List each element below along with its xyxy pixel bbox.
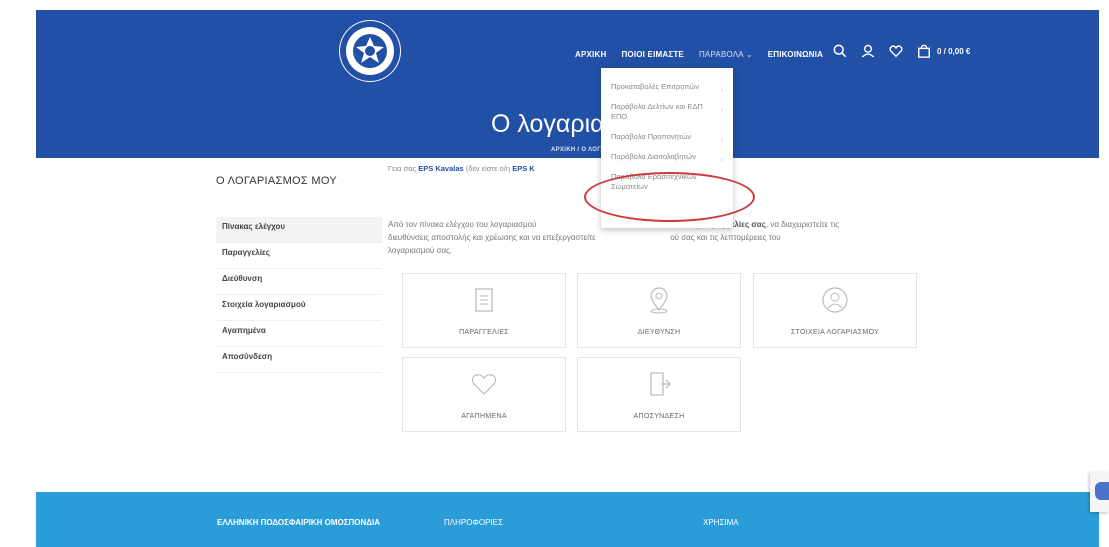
desc-line2b: ού σας και τις λεπτομέρειες του — [670, 233, 781, 242]
sidebar-item-orders[interactable]: Παραγγελίες — [216, 243, 382, 269]
tile-address-label: ΔΙΕΥΘΥΝΣΗ — [637, 329, 681, 336]
chevron-right-icon: › — [720, 137, 723, 144]
dropdown-item-referee-fees[interactable]: Παράβολα Διαιτολαβητών › — [611, 148, 723, 168]
nav-fees-label: ΠΑΡΑΒΟΛΑ — [698, 50, 744, 59]
footer-col-federation: ΕΛΛΗΝΙΚΗ ΠΟΔΟΣΦΑΙΡΙΚΗ ΟΜΟΣΠΟΝΔΙΑ — [217, 518, 381, 527]
nav-contact[interactable]: ΕΠΙΚΟΙΝΩΝΙΑ — [768, 50, 823, 59]
site-footer: ΕΛΛΗΝΙΚΗ ΠΟΔΟΣΦΑΙΡΙΚΗ ΟΜΟΣΠΟΝΔΙΑ ΠΛΗΡΟΦΟ… — [36, 492, 1099, 547]
footer-col-useful: ΧΡΗΣΙΜΑ — [703, 518, 739, 527]
dropdown-item-label: Παράβολα Διαιτολαβητών — [611, 152, 696, 161]
tile-wishlist[interactable]: ΑΓΑΠΗΜΕΝΑ — [402, 357, 566, 432]
footer-col-info: ΠΛΗΡΟΦΟΡΙΕΣ — [444, 518, 503, 527]
tile-account-details-label: ΣΤΟΙΧΕΙΑ ΛΟΓΑΡΙΑΣΜΟΥ — [790, 329, 880, 336]
sidebar-item-logout[interactable]: Αποσύνδεση — [216, 347, 382, 373]
location-pin-icon — [650, 287, 668, 314]
dropdown-item-label: Παράβολα Δελτίων και ΕΔΠ ΕΠΟ — [611, 102, 703, 121]
chevron-right-icon: › — [720, 107, 723, 114]
dropdown-item-coach-fees[interactable]: Παράβολα Προπονητών › — [611, 128, 723, 148]
red-highlight-annotation — [584, 172, 755, 222]
desc-line3: λογαριασμού σας. — [388, 246, 453, 255]
tile-orders[interactable]: ΠΑΡΑΓΓΕΛΙΕΣ — [402, 273, 566, 348]
chevron-right-icon: › — [720, 87, 723, 94]
tile-logout-label: ΑΠΟΣΥΝΔΕΣΗ — [633, 413, 685, 420]
desc-mid: , να διαχειριστείτε τις — [765, 220, 840, 229]
search-icon[interactable] — [833, 44, 847, 58]
header-actions: 0 / 0,00 € — [833, 44, 970, 58]
main-nav: ΑΡΧΙΚΗ ΠΟΙΟΙ ΕΙΜΑΣΤΕ ΠΑΡΑΒΟΛΑ ⌄ ΕΠΙΚΟΙΝΩ… — [575, 50, 823, 59]
desc-line2a: διευθύνσεις αποστολής και χρέωσης και να… — [388, 233, 596, 242]
user-circle-icon — [822, 287, 848, 313]
heart-icon[interactable] — [889, 44, 903, 58]
federation-logo[interactable] — [339, 20, 401, 82]
site-header: ΑΡΧΙΚΗ ΠΟΙΟΙ ΕΙΜΑΣΤΕ ΠΑΡΑΒΟΛΑ ⌄ ΕΠΙΚΟΙΝΩ… — [36, 10, 1099, 158]
welcome-middle: (δεν είστε ο/η — [465, 164, 511, 173]
account-sidebar: Πίνακας ελέγχου Παραγγελίες Διεύθυνση Στ… — [216, 217, 382, 373]
welcome-prefix: Γεια σας — [388, 164, 417, 173]
dropdown-item-committee-deposits[interactable]: Προκαταβολές Επιτροπών › — [611, 78, 723, 98]
sidebar-item-account-details[interactable]: Στοιχεία λογαριασμού — [216, 295, 382, 321]
account-section-title: Ο ΛΟΓΑΡΙΑΣΜΟΣ ΜΟΥ — [216, 175, 337, 187]
welcome-username: EPS Kavalas — [418, 164, 464, 173]
nav-fees[interactable]: ΠΑΡΑΒΟΛΑ ⌄ — [699, 50, 753, 59]
welcome-username-repeat: EPS K — [512, 164, 535, 173]
nav-home[interactable]: ΑΡΧΙΚΗ — [575, 50, 606, 59]
recaptcha-badge[interactable] — [1090, 472, 1109, 512]
logout-door-icon — [650, 372, 671, 396]
document-icon — [475, 288, 493, 312]
welcome-text: Γεια σας EPS Kavalas (δεν είστε ο/η EPS … — [388, 164, 535, 173]
dropdown-item-label: Προκαταβολές Επιτροπών — [611, 82, 699, 91]
bag-icon[interactable] — [917, 44, 931, 58]
desc-start: Από τον πίνακα ελέγχου του λογαριασμού — [388, 220, 537, 229]
tile-wishlist-label: ΑΓΑΠΗΜΕΝΑ — [461, 413, 507, 420]
recaptcha-icon — [1095, 482, 1109, 500]
sidebar-item-wishlist[interactable]: Αγαπημένα — [216, 321, 382, 347]
cart-total[interactable]: 0 / 0,00 € — [937, 47, 970, 56]
tile-logout[interactable]: ΑΠΟΣΥΝΔΕΣΗ — [577, 357, 741, 432]
dropdown-item-label: Παράβολα Προπονητών — [611, 132, 692, 141]
user-icon[interactable] — [861, 44, 875, 58]
tile-address[interactable]: ΔΙΕΥΘΥΝΣΗ — [577, 273, 741, 348]
heart-outline-icon — [471, 374, 497, 395]
chevron-right-icon: › — [720, 157, 723, 164]
tile-account-details[interactable]: ΣΤΟΙΧΕΙΑ ΛΟΓΑΡΙΑΣΜΟΥ — [753, 273, 917, 348]
chevron-down-icon: ⌄ — [745, 50, 753, 59]
tile-orders-label: ΠΑΡΑΓΓΕΛΙΕΣ — [459, 329, 509, 336]
sidebar-item-address[interactable]: Διεύθυνση — [216, 269, 382, 295]
sidebar-item-dashboard[interactable]: Πίνακας ελέγχου — [216, 217, 382, 243]
dropdown-item-card-fees[interactable]: Παράβολα Δελτίων και ΕΔΠ ΕΠΟ › — [611, 98, 723, 128]
logo-emblem-icon — [340, 21, 400, 81]
nav-about[interactable]: ΠΟΙΟΙ ΕΙΜΑΣΤΕ — [621, 50, 684, 59]
